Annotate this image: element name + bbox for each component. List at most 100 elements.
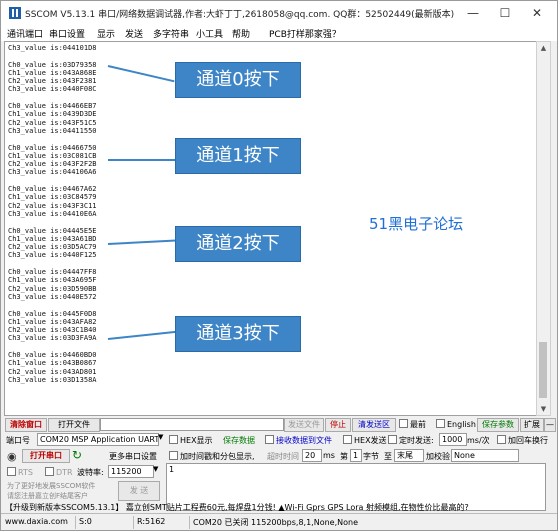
port-status: COM20 已关闭 115200bps,8,1,None,None — [193, 518, 359, 527]
interval-unit: ms/次 — [467, 436, 490, 445]
add-crlf-checkbox[interactable]: 加回车换行 — [497, 435, 548, 446]
checksum-select[interactable]: None — [451, 449, 519, 462]
byte-no-prefix: 第 — [340, 452, 348, 461]
watermark-text: 51黑电子论坛 — [369, 215, 464, 233]
log-line: Ch0_value is:04445E5E — [8, 226, 97, 235]
close-button[interactable]: ✕ — [521, 3, 553, 23]
log-line: Ch3_value is:04411550 — [8, 126, 97, 135]
timestamp-label: 加时间戳和分包显示, — [180, 452, 255, 461]
log-line: Ch1_value is:03C081CB — [8, 151, 97, 160]
received-count: R:5162 — [137, 517, 166, 526]
log-line: Ch2_value is:043AD801 — [8, 367, 97, 376]
menu-send[interactable]: 发送 — [125, 27, 143, 40]
hex-display-label: HEX显示 — [180, 436, 213, 445]
log-line: Ch1_value is:043A868E — [8, 68, 97, 77]
save-params-button[interactable]: 保存参数 — [477, 418, 519, 432]
site-link[interactable]: www.daxia.com — [5, 517, 68, 526]
hex-display-checkbox[interactable]: HEX显示 — [169, 435, 213, 446]
log-line: Ch0_value is:03D79358 — [8, 60, 97, 69]
callout-ch3: 通道3按下 — [175, 316, 301, 352]
scroll-down-icon[interactable]: ▼ — [537, 403, 550, 415]
log-line: Ch1_value is:043AFA82 — [8, 317, 97, 326]
log-line: Ch2_value is:043F51C5 — [8, 118, 97, 127]
send-button[interactable]: 发 送 — [118, 481, 160, 501]
baud-select[interactable]: 115200 — [108, 465, 154, 478]
callout-arrow — [107, 330, 176, 340]
expand-button[interactable]: 扩展 — [520, 418, 544, 432]
collapse-button[interactable]: — — [544, 418, 556, 432]
window-title: SSCOM V5.13.1 串口/网络数据调试器,作者:大虾丁丁,2618058… — [25, 10, 455, 20]
baud-chevron-down-icon[interactable]: ▼ — [153, 465, 158, 473]
status-divider — [189, 516, 190, 529]
rts-checkbox[interactable]: RTS — [7, 467, 33, 477]
topmost-checkbox[interactable]: 最前 — [399, 419, 426, 430]
maximize-button[interactable]: ☐ — [489, 3, 521, 23]
menu-display[interactable]: 显示 — [97, 27, 115, 40]
byte-no-input[interactable]: 1 — [350, 449, 362, 462]
callout-ch0: 通道0按下 — [175, 62, 301, 98]
menu-comm-port[interactable]: 通讯端口 — [7, 27, 43, 40]
log-line: Ch2_value is:043F2381 — [8, 77, 97, 86]
end-select[interactable]: 末尾 — [394, 449, 424, 462]
log-line: Ch0_value is:04460BD0 — [8, 350, 97, 359]
minimize-button[interactable]: — — [457, 3, 489, 23]
menu-multi-string[interactable]: 多字符串 — [153, 27, 189, 40]
callout-ch1: 通道1按下 — [175, 138, 301, 174]
chevron-down-icon[interactable]: ▼ — [158, 433, 163, 441]
open-file-button[interactable]: 打开文件 — [48, 418, 100, 432]
scroll-thumb[interactable] — [539, 342, 547, 398]
timed-send-checkbox[interactable]: 定时发送: — [388, 435, 434, 446]
menu-help[interactable]: 帮助 — [232, 27, 250, 40]
log-line: Ch1_value is:043A61BD — [8, 234, 97, 243]
timestamp-checkbox[interactable]: 加时间戳和分包显示, — [169, 451, 255, 462]
status-divider — [133, 516, 134, 529]
callout-arrow — [108, 159, 176, 161]
clear-send-button[interactable]: 清发送区 — [352, 418, 396, 432]
port-select[interactable]: COM20 MSP Application UART — [37, 433, 159, 446]
timeout-input[interactable]: 20 — [302, 449, 322, 462]
topmost-label: 最前 — [410, 420, 426, 429]
log-line: Ch3_value is:044106A6 — [8, 168, 97, 177]
log-line: Ch2_value is:043F2F2B — [8, 160, 97, 169]
clear-window-button[interactable]: 清除窗口 — [5, 418, 47, 432]
ad-banner[interactable]: 【升级到新版本SSCOM5.13.1】 嘉立创SMT贴片工程费60元,每焊盘1分… — [5, 502, 469, 513]
hex-send-checkbox[interactable]: HEX发送 — [343, 435, 387, 446]
log-line: Ch3_value is:0440F125 — [8, 251, 97, 260]
refresh-icon[interactable]: ↻ — [72, 448, 82, 462]
port-label: 端口号 — [6, 436, 30, 445]
log-text: Ch3_value is:044101D8 Ch0_value is:03D79… — [8, 44, 97, 384]
log-scrollbar[interactable]: ▲ ▼ — [536, 41, 551, 416]
open-port-button[interactable]: 打开串口 — [22, 449, 70, 463]
menu-tools[interactable]: 小工具 — [196, 27, 223, 40]
baud-label: 波特率: — [77, 468, 104, 477]
log-line: Ch3_value is:044101D8 — [8, 44, 97, 52]
scroll-up-icon[interactable]: ▲ — [537, 42, 550, 54]
log-line: Ch2_value is:043F3C11 — [8, 201, 97, 210]
dtr-checkbox[interactable]: DTR — [45, 467, 73, 477]
stop-button[interactable]: 停止 — [325, 418, 351, 432]
receive-to-file-checkbox[interactable]: 接收数据到文件 — [265, 435, 332, 446]
more-settings-button[interactable]: 更多串口设置 — [109, 451, 157, 462]
send-file-button[interactable]: 发送文件 — [284, 418, 324, 432]
menu-bar: 通讯端口 串口设置 显示 发送 多字符串 小工具 帮助 PCB打样那家强？ — [1, 25, 557, 41]
english-checkbox[interactable]: English — [436, 419, 476, 429]
menu-pcb-ad[interactable]: PCB打样那家强？ — [269, 27, 341, 40]
log-line: Ch1_value is:03C84579 — [8, 193, 97, 202]
add-crlf-label: 加回车换行 — [508, 436, 548, 445]
log-line: Ch0_value is:04466750 — [8, 143, 97, 152]
promo-line-1: 为了更好地发展SSCOM软件 — [7, 482, 96, 490]
log-line: Ch1_value is:043A695F — [8, 276, 97, 285]
file-path-field[interactable] — [100, 418, 284, 431]
menu-port-settings[interactable]: 串口设置 — [49, 27, 85, 40]
callout-ch2: 通道2按下 — [175, 226, 301, 262]
title-bar: SSCOM V5.13.1 串口/网络数据调试器,作者:大虾丁丁,2618058… — [1, 1, 557, 25]
save-data-button[interactable]: 保存数据 — [223, 435, 255, 446]
hex-send-label: HEX发送 — [354, 436, 387, 445]
interval-input[interactable]: 1000 — [439, 433, 467, 446]
